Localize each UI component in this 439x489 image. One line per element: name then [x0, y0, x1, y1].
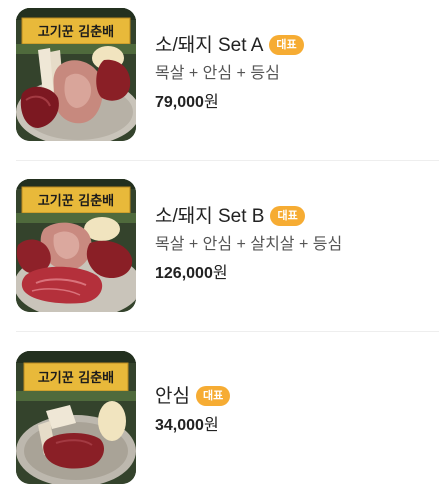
menu-item-description: 목살 + 안심 + 살치살 + 등심: [155, 236, 343, 253]
menu-item-set-a[interactable]: 고기꾼 김춘배 소/돼지 Set A 대표 목살 + 안심 + 등심 79,000…: [0, 8, 439, 143]
menu-item-photo: 고기꾼 김춘배: [16, 179, 136, 312]
menu-item-name-row: 안심 대표: [155, 385, 231, 409]
price-amount: 79,000: [155, 94, 204, 111]
representative-badge: 대표: [195, 386, 231, 406]
menu-item-name: 안심: [155, 386, 190, 407]
sign-text: 고기꾼 김춘배: [38, 370, 114, 386]
price-currency: 원: [203, 417, 219, 434]
menu-item-description: 목살 + 안심 + 등심: [155, 65, 280, 82]
representative-badge: 대표: [270, 206, 305, 226]
menu-item-name: 소/돼지 Set B: [155, 206, 265, 227]
representative-badge: 대표: [269, 35, 304, 55]
menu-item-set-b[interactable]: 고기꾼 김춘배 소/돼지 Set B 대표 목살 + 안심 + 살치살 + 등심 …: [0, 179, 439, 314]
menu-item-tenderloin[interactable]: 고기꾼 김춘배 안심 대표 34,000원: [0, 351, 439, 486]
price-amount: 126,000: [155, 265, 213, 282]
menu-item-name: 소/돼지 Set A: [155, 35, 264, 56]
price-currency: 원: [203, 94, 219, 111]
sign-text: 고기꾼 김춘배: [38, 193, 114, 209]
menu-item-name-row: 소/돼지 Set B 대표: [155, 205, 305, 229]
menu-item-photo: 고기꾼 김춘배: [16, 8, 136, 141]
price-currency: 원: [212, 265, 228, 282]
sign-text: 고기꾼 김춘배: [38, 24, 114, 40]
menu-item-photo: 고기꾼 김춘배: [16, 351, 136, 484]
item-divider: [16, 331, 439, 332]
menu-list: 고기꾼 김춘배 소/돼지 Set A 대표 목살 + 안심 + 등심 79,000…: [0, 0, 439, 489]
menu-item-name-row: 소/돼지 Set A 대표: [155, 34, 304, 58]
price-amount: 34,000: [155, 417, 204, 434]
menu-item-price: 34,000원: [155, 416, 219, 436]
menu-item-price: 126,000원: [155, 264, 228, 284]
item-divider: [16, 160, 439, 161]
menu-item-price: 79,000원: [155, 93, 219, 113]
